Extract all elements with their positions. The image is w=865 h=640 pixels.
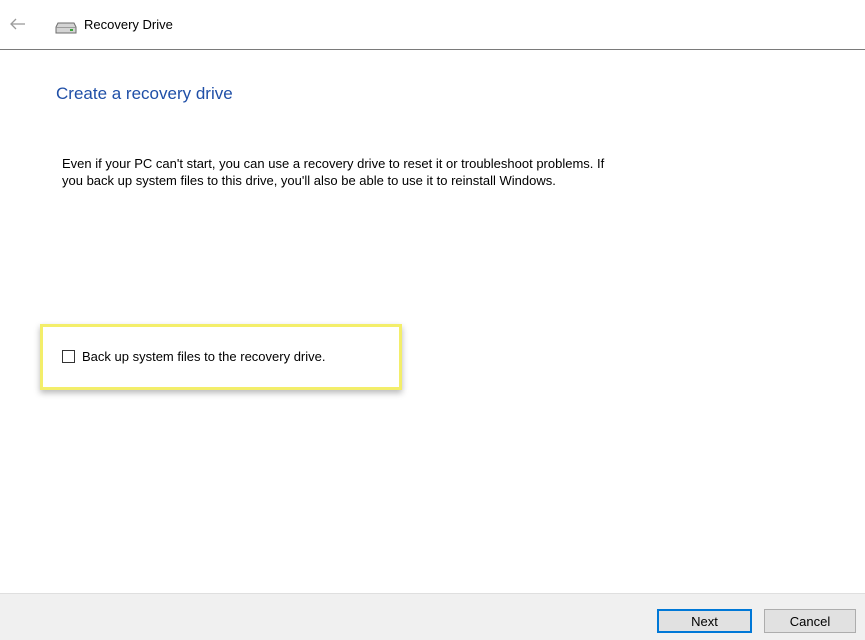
drive-icon <box>55 21 77 34</box>
recovery-drive-window: Recovery Drive Create a recovery drive E… <box>0 0 865 640</box>
window-title: Recovery Drive <box>84 17 173 32</box>
description-line-1: Even if your PC can't start, you can use… <box>62 156 605 171</box>
backup-system-files-option[interactable]: Back up system files to the recovery dri… <box>62 349 325 364</box>
highlight-box: Back up system files to the recovery dri… <box>40 324 402 390</box>
backup-system-files-label: Back up system files to the recovery dri… <box>82 349 326 364</box>
cancel-button[interactable]: Cancel <box>764 609 856 633</box>
description-text: Even if your PC can't start, you can use… <box>62 155 762 189</box>
footer-bar: Next Cancel <box>0 593 865 640</box>
page-heading: Create a recovery drive <box>56 84 233 103</box>
description-line-2: you back up system files to this drive, … <box>62 173 556 188</box>
backup-system-files-checkbox[interactable] <box>62 350 75 363</box>
back-arrow-icon[interactable] <box>9 17 27 31</box>
next-button[interactable]: Next <box>657 609 752 633</box>
title-bar: Recovery Drive <box>0 0 865 50</box>
